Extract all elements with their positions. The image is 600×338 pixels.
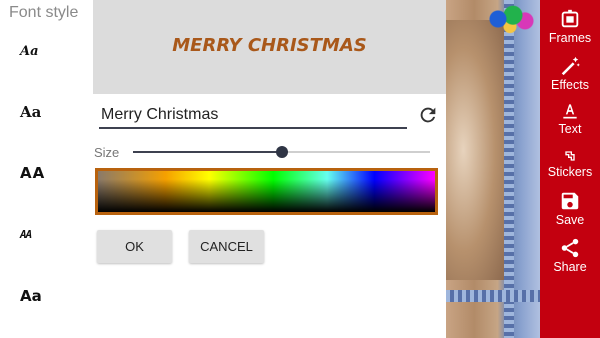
share-icon — [561, 238, 579, 258]
size-label: Size — [94, 145, 120, 160]
share-label: Share — [553, 260, 587, 274]
size-slider-thumb[interactable] — [275, 146, 288, 158]
font-option-5[interactable]: Aa — [20, 287, 42, 305]
font-option-2[interactable]: Aa — [20, 103, 41, 121]
effects-label: Effects — [551, 78, 589, 92]
save-label: Save — [555, 213, 585, 227]
color-picker[interactable] — [95, 168, 438, 215]
right-toolbar: Frames Effects Text Stickers Save Share — [540, 0, 600, 338]
christmas-ornament — [480, 0, 540, 38]
effects-button[interactable]: Effects — [540, 55, 600, 92]
size-slider[interactable] — [133, 146, 430, 158]
photo-frame-border — [504, 0, 514, 338]
stickers-icon — [565, 151, 575, 161]
size-slider-fill — [133, 151, 282, 153]
save-icon — [561, 192, 579, 210]
text-button[interactable]: Text — [540, 101, 600, 136]
text-preview-area: MERRY CHRISTMAS — [93, 0, 446, 94]
stickers-label: Stickers — [547, 165, 593, 179]
font-option-1[interactable]: Aa — [20, 44, 39, 59]
font-style-panel: Font style Aa Aa AA AA Aa — [0, 0, 93, 338]
photo-frame-bottom — [446, 290, 540, 302]
frames-button[interactable]: Frames — [540, 8, 600, 45]
frames-label: Frames — [548, 31, 592, 45]
text-input[interactable] — [99, 103, 407, 129]
cancel-button[interactable]: CANCEL — [189, 230, 264, 263]
ok-button[interactable]: OK — [97, 230, 172, 263]
text-icon — [563, 104, 577, 119]
text-edit-dialog: MERRY CHRISTMAS Size OK CANCEL — [93, 0, 446, 338]
stickers-button[interactable]: Stickers — [540, 148, 600, 179]
background-photo — [446, 0, 540, 338]
font-style-title: Font style — [9, 4, 79, 21]
magic-wand-icon — [561, 56, 580, 76]
refresh-icon[interactable] — [417, 104, 439, 126]
font-option-4[interactable]: AA — [20, 228, 32, 241]
font-option-3[interactable]: AA — [20, 164, 45, 182]
photo-subject — [446, 20, 504, 280]
share-button[interactable]: Share — [540, 237, 600, 274]
save-button[interactable]: Save — [540, 190, 600, 227]
text-preview: MERRY CHRISTMAS — [172, 35, 367, 56]
text-label: Text — [558, 122, 582, 136]
frames-icon — [561, 9, 579, 28]
